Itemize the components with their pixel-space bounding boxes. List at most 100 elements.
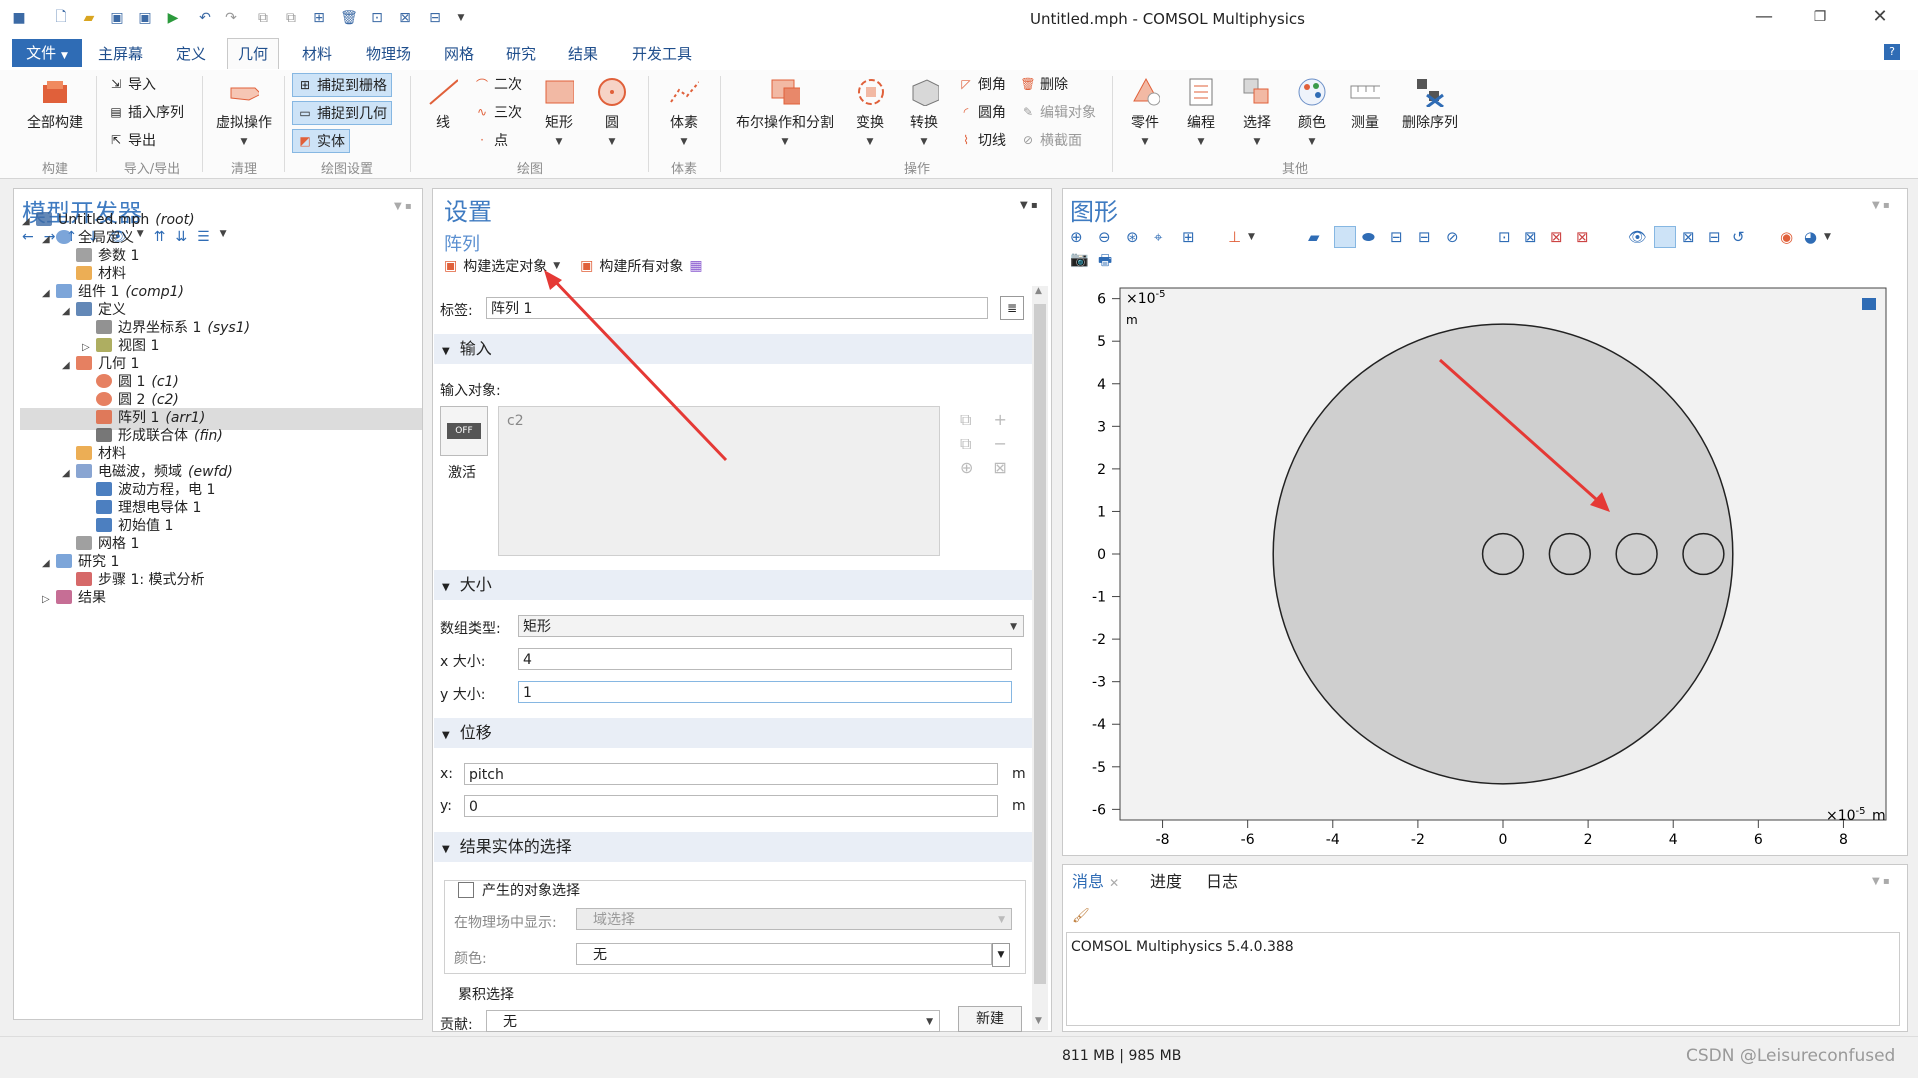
transforms-button[interactable]: 变换 ▼ bbox=[848, 78, 892, 148]
minimize-button[interactable]: — bbox=[1736, 0, 1792, 34]
tab-progress[interactable]: 进度 bbox=[1150, 868, 1182, 892]
collapse-triangle-icon[interactable]: ◢ bbox=[42, 229, 56, 251]
panel-menu-icon[interactable]: ▼ ▪ bbox=[1872, 200, 1890, 211]
new-selection-button[interactable]: 新建 bbox=[958, 1006, 1022, 1032]
build-all-button[interactable]: 全部构建 bbox=[24, 78, 86, 132]
help-icon[interactable]: ? bbox=[1884, 44, 1900, 60]
duplicate-icon[interactable]: ⧉ bbox=[282, 9, 300, 27]
circle-button[interactable]: 圆 ▼ bbox=[592, 78, 632, 148]
invert-selection-icon[interactable]: ⊠ bbox=[1576, 228, 1589, 246]
panel-menu-icon[interactable]: ▼ ▪ bbox=[394, 201, 412, 212]
save-icon[interactable]: ▣ bbox=[108, 9, 126, 27]
select-objects-icon[interactable]: ▰ bbox=[1308, 228, 1320, 246]
close-icon[interactable]: ✕ bbox=[1109, 876, 1119, 890]
select-all-icon[interactable]: ⊡ bbox=[1498, 228, 1511, 246]
tree-item[interactable]: ▷ 结果 bbox=[42, 587, 106, 609]
displacement-section-header[interactable]: ▼ 位移 bbox=[434, 718, 1032, 748]
windows-icon[interactable]: ⊟ bbox=[426, 9, 444, 27]
zoom-extents-icon[interactable]: ⊞ bbox=[1182, 228, 1195, 246]
activate-toggle[interactable]: OFF bbox=[440, 406, 488, 456]
cubic-button[interactable]: ∿ 三次 bbox=[474, 101, 522, 123]
select-domains-icon[interactable] bbox=[1334, 226, 1356, 248]
clear-selection-icon[interactable]: ⊠ bbox=[1524, 228, 1537, 246]
quadratic-button[interactable]: ⌒ 二次 bbox=[474, 73, 522, 95]
panel-menu-icon[interactable]: ▼ ▪ bbox=[1872, 876, 1890, 887]
y-size-field[interactable]: 1 bbox=[518, 681, 1012, 703]
tab-mesh[interactable]: 网格 bbox=[444, 43, 474, 64]
delete-sequence-button[interactable]: 删除序列 bbox=[1396, 78, 1464, 132]
tab-materials[interactable]: 材料 bbox=[302, 43, 332, 64]
build-selected-button[interactable]: 构建选定对象 bbox=[463, 256, 547, 276]
snap-to-geometry-toggle[interactable]: ▭ 捕捉到几何 bbox=[292, 101, 392, 125]
close-button[interactable]: ✕ bbox=[1852, 0, 1908, 34]
tab-study[interactable]: 研究 bbox=[506, 43, 536, 64]
insert-sequence-button[interactable]: ▤ 插入序列 bbox=[108, 101, 184, 123]
tangent-button[interactable]: ⌇ 切线 bbox=[958, 129, 1006, 151]
collapse-triangle-icon[interactable]: ◢ bbox=[22, 211, 36, 233]
expand-all-icon[interactable]: ⇈ bbox=[154, 229, 166, 249]
scroll-down-icon[interactable]: ▼ bbox=[1035, 1016, 1042, 1026]
zoom-selected-icon[interactable]: ⌖ bbox=[1154, 228, 1162, 246]
add-icon[interactable]: + bbox=[993, 410, 1006, 429]
wireframe-icon[interactable]: ⊠ bbox=[1682, 228, 1695, 246]
collapse-triangle-icon[interactable]: ◢ bbox=[62, 301, 76, 323]
chevron-down-icon[interactable]: ▼ bbox=[992, 943, 1010, 967]
edit-object-button[interactable]: ✎ 编辑对象 bbox=[1020, 101, 1096, 123]
export-button[interactable]: ⇱ 导出 bbox=[108, 129, 156, 151]
select-points-icon[interactable]: ⊟ bbox=[1418, 228, 1431, 246]
color-select[interactable]: 无 bbox=[576, 943, 992, 965]
select-edges-icon[interactable]: ⊟ bbox=[1390, 228, 1403, 246]
delete-entities-button[interactable]: 🗑 删除 bbox=[1020, 73, 1068, 95]
node-icon[interactable]: ⊞ bbox=[310, 9, 328, 27]
solids-button[interactable]: 体素 ▼ bbox=[660, 78, 708, 148]
solid-toggle[interactable]: ◩ 实体 bbox=[292, 129, 350, 153]
scene-light-icon[interactable]: ◉ bbox=[1780, 228, 1793, 246]
boolean-partitions-button[interactable]: 布尔操作和分割 ▼ bbox=[730, 78, 840, 148]
tab-developer[interactable]: 开发工具 bbox=[632, 43, 692, 64]
y-displacement-field[interactable]: 0 bbox=[464, 795, 998, 817]
conversions-button[interactable]: 转换 ▼ bbox=[902, 78, 946, 148]
tab-geometry[interactable]: 几何 bbox=[227, 38, 280, 69]
selections-button[interactable]: 选择 ▼ bbox=[1234, 78, 1280, 148]
virtual-operations-button[interactable]: 虚拟操作 ▼ bbox=[210, 78, 278, 148]
tools-icon[interactable]: ⊠ bbox=[396, 9, 414, 27]
selections-section-header[interactable]: ▼ 结果实体的选择 bbox=[434, 832, 1032, 862]
program-button[interactable]: 编程 ▼ bbox=[1178, 78, 1224, 148]
collapse-triangle-icon[interactable]: ◢ bbox=[62, 355, 76, 377]
new-file-icon[interactable]: 🗋 bbox=[52, 9, 70, 27]
chevron-down-icon[interactable]: ▼ bbox=[452, 9, 470, 27]
delete-icon[interactable]: 🗑 bbox=[340, 9, 358, 27]
axes-icon[interactable]: ⊥ bbox=[1228, 228, 1241, 246]
select-boundaries-icon[interactable]: ⬬ bbox=[1362, 228, 1375, 246]
collapse-all-icon[interactable]: ⇊ bbox=[175, 229, 187, 249]
chevron-down-icon[interactable]: ▼ bbox=[1824, 232, 1831, 242]
label-edit-icon[interactable]: ≣ bbox=[1000, 296, 1024, 320]
array-type-select[interactable]: 矩形 ▼ bbox=[518, 615, 1024, 637]
clear-selection-icon[interactable]: ⊠ bbox=[993, 458, 1006, 477]
zoom-out-icon[interactable]: ⊖ bbox=[1098, 228, 1111, 246]
tab-messages[interactable]: 消息 ✕ bbox=[1072, 868, 1119, 892]
hide-icon[interactable]: 👁 bbox=[1628, 228, 1647, 246]
colors-button[interactable]: 颜色 ▼ bbox=[1290, 78, 1334, 148]
x-size-field[interactable]: 4 bbox=[518, 648, 1012, 670]
scene-cube-icon[interactable] bbox=[1862, 298, 1876, 310]
tab-physics[interactable]: 物理场 bbox=[366, 43, 411, 64]
image-snapshot-icon[interactable]: ◕ bbox=[1804, 228, 1817, 246]
x-displacement-field[interactable]: pitch bbox=[464, 763, 998, 785]
copy-icon[interactable]: ⧉ bbox=[960, 434, 971, 453]
select-icon[interactable]: ⊡ bbox=[368, 9, 386, 27]
tab-results[interactable]: 结果 bbox=[568, 43, 598, 64]
redo-icon[interactable]: ↷ bbox=[222, 9, 240, 27]
tab-home[interactable]: 主屏幕 bbox=[98, 43, 143, 64]
measure-button[interactable]: 测量 bbox=[1342, 78, 1388, 132]
deselect-icon[interactable]: ⊠ bbox=[1550, 228, 1563, 246]
zoom-in-icon[interactable]: ⊕ bbox=[1070, 228, 1083, 246]
reset-view-icon[interactable]: ↺ bbox=[1732, 228, 1745, 246]
rectangle-button[interactable]: 矩形 ▼ bbox=[536, 78, 582, 148]
show-in-physics-select[interactable]: 域选择 ▼ bbox=[576, 908, 1012, 930]
panel-menu-icon[interactable]: ▼ ▪ bbox=[1020, 200, 1038, 211]
contribute-select[interactable]: 无 ▼ bbox=[486, 1010, 940, 1032]
copy-icon[interactable]: ⧉ bbox=[254, 9, 272, 27]
transparency-icon[interactable]: ⊟ bbox=[1708, 228, 1721, 246]
paste-icon[interactable]: ⧉ bbox=[960, 410, 971, 429]
